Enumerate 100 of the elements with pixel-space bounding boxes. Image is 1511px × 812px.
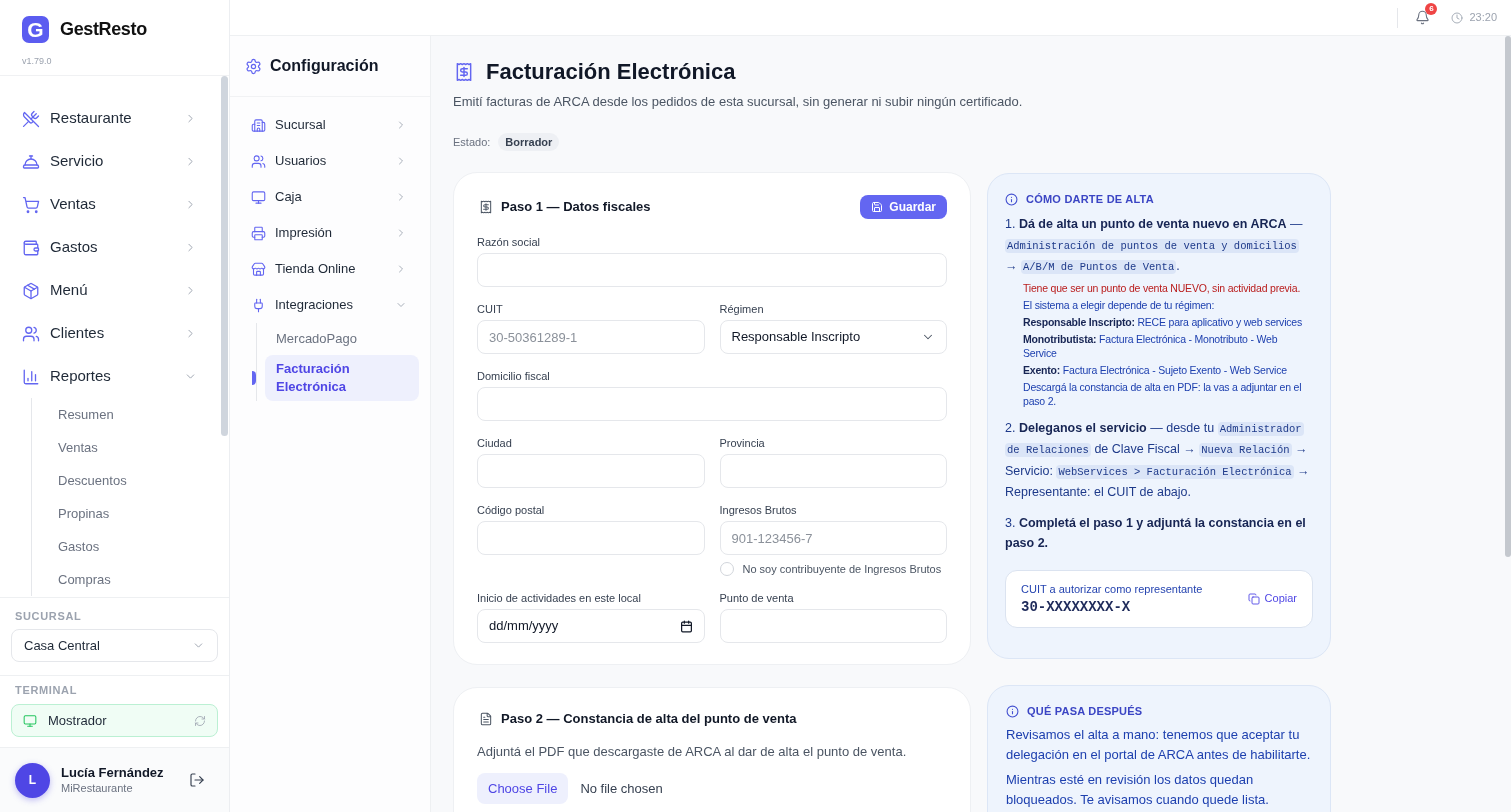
branch-select[interactable]: Casa Central: [11, 629, 218, 662]
step-text: 3. Completá el paso 1 y adjuntá la constancia en el paso 2.: [1005, 514, 1307, 552]
choose-file-button[interactable]: Choose File: [477, 773, 569, 804]
settings-nav-item[interactable]: Impresión: [241, 215, 419, 251]
field-label: Ciudad: [477, 436, 512, 450]
text-field[interactable]: [477, 521, 705, 555]
user-name: Lucía Fernández: [61, 764, 164, 781]
plug-icon: [251, 297, 266, 313]
scrollbar-thumb[interactable]: [1505, 36, 1511, 557]
nav-item[interactable]: Menú: [0, 269, 229, 312]
field-label: Razón social: [477, 235, 540, 249]
terminal-select[interactable]: Mostrador: [11, 704, 218, 737]
copy-button[interactable]: Copiar: [1247, 590, 1297, 607]
notification-badge: 6: [1425, 2, 1438, 15]
text-field[interactable]: 30-50361289-1: [477, 320, 705, 354]
user-organization: MiRestaurante: [61, 781, 134, 796]
copy-icon: [1247, 592, 1260, 605]
note-text: Exento: Factura Electrónica - Sujeto Exento - Web Service: [1023, 362, 1288, 377]
checkbox[interactable]: [719, 562, 734, 576]
version-text: v1.79.0: [22, 55, 52, 67]
text-field[interactable]: [477, 454, 705, 488]
settings-nav-item[interactable]: Caja: [241, 179, 419, 215]
nav-subitem[interactable]: Descuentos: [32, 464, 209, 497]
section-label: TERMINAL: [14, 683, 79, 697]
info-icon: [1005, 192, 1018, 206]
card-title: Paso 1 — Datos fiscales: [501, 198, 651, 217]
checkbox-label: No soy contribuyente de Ingresos Brutos: [742, 562, 942, 576]
section-label: SUCURSAL: [14, 609, 83, 623]
field-label: Punto de venta: [719, 591, 794, 605]
bar-chart-icon: [22, 367, 40, 386]
save-icon: [871, 201, 884, 213]
calendar-icon: [679, 619, 693, 633]
settings-nav-item[interactable]: Tienda Online: [241, 251, 419, 287]
nav-item[interactable]: Reportes: [0, 355, 229, 398]
text-field[interactable]: [719, 609, 947, 643]
receipt-icon: [454, 62, 474, 82]
info-text: Revisamos el alta a mano: tenemos que aceptar tu delegación en el portal de ARCA antes de habilitarte.: [1006, 726, 1312, 764]
clock-icon: [1451, 11, 1464, 24]
settings-nav-item[interactable]: Usuarios: [241, 143, 419, 179]
page-subtitle: Emití facturas de ARCA desde los pedidos de esta sucursal, sin generar ni subir ningún certificado.: [453, 93, 1023, 111]
nav-subitem[interactable]: Compras: [32, 563, 209, 596]
select-field[interactable]: Responsable Inscripto: [719, 320, 947, 354]
logout-button[interactable]: [188, 771, 206, 789]
nav-item[interactable]: Restaurante: [0, 97, 229, 140]
panel-title: QUÉ PASA DESPUÉS: [1027, 703, 1143, 719]
users-icon: [251, 153, 266, 169]
save-button[interactable]: Guardar: [860, 195, 947, 219]
text-field[interactable]: [477, 387, 947, 421]
note-text: Monotributista: Factura Electrónica - Monotributo - Web Service: [1023, 331, 1279, 360]
user-avatar: L: [15, 762, 50, 798]
nav-subitem[interactable]: Propinas: [32, 497, 209, 530]
notifications-button[interactable]: [1414, 9, 1431, 26]
date-field[interactable]: dd/mm/yyyy: [477, 609, 705, 643]
field-label: Régimen: [719, 302, 764, 316]
nav-item[interactable]: Servicio: [0, 140, 229, 183]
document-icon: [479, 712, 493, 726]
field-label: Código postal: [477, 503, 545, 517]
nav-item[interactable]: Ventas: [0, 183, 229, 226]
monitor-icon: [251, 189, 266, 205]
fork-knife-icon: [22, 109, 40, 128]
settings-subitem[interactable]: Facturación Electrónica: [265, 355, 419, 401]
settings-nav-item[interactable]: Sucursal: [241, 107, 419, 143]
cloche-icon: [22, 152, 40, 171]
field-label: Inicio de actividades en este local: [477, 591, 641, 605]
text-field[interactable]: [719, 454, 947, 488]
field-label: Domicilio fiscal: [477, 369, 550, 383]
nav-subitem[interactable]: Ventas: [32, 431, 209, 464]
users-icon: [22, 324, 40, 343]
settings-subitem[interactable]: MercadoPago: [265, 323, 419, 355]
note-text: El sistema a elegir depende de tu régimen:: [1023, 297, 1216, 312]
info-text: Mientras esté en revisión los datos quedan bloqueados. Te avisamos cuando quede lista.: [1006, 771, 1270, 809]
cuit-label: CUIT a autorizar como representante: [1021, 581, 1203, 596]
nav-item[interactable]: Gastos: [0, 226, 229, 269]
receipt-icon: [479, 200, 493, 214]
field-label: CUIT: [477, 302, 503, 316]
field-label: Ingresos Brutos: [719, 503, 797, 517]
app-logo: G: [22, 16, 49, 43]
cart-icon: [22, 195, 40, 214]
wallet-icon: [22, 238, 40, 257]
settings-nav-item[interactable]: Integraciones: [241, 287, 419, 323]
cuit-value: 30-XXXXXXXX-X: [1021, 597, 1132, 616]
panel-title: CÓMO DARTE DE ALTA: [1026, 191, 1154, 207]
text-field[interactable]: [477, 253, 947, 287]
scrollbar-thumb[interactable]: [221, 76, 228, 436]
building-icon: [251, 117, 266, 133]
note-text: Descargá la constancia de alta en PDF: la vas a adjuntar en el paso 2.: [1023, 379, 1303, 408]
card-text: Adjuntá el PDF que descargaste de ARCA al dar de alta el punto de venta.: [477, 743, 907, 761]
note-text: Responsable Inscripto: RECE para aplicativo y web services: [1023, 314, 1303, 329]
settings-icon: [245, 57, 262, 75]
step-text: 1. Dá de alta un punto de venta nuevo en ARCA — Administración de puntos de venta y domicilios → A/B/M de Puntos de Venta .: [1005, 216, 1304, 276]
field-label: Provincia: [719, 436, 765, 450]
text-field[interactable]: 901-123456-7: [719, 521, 947, 555]
monitor-icon: [23, 713, 37, 728]
info-icon: [1006, 704, 1019, 718]
clock-time: 23:20: [1469, 10, 1497, 26]
warning-note: Tiene que ser un punto de venta NUEVO, sin actividad previa.: [1023, 280, 1302, 295]
nav-subitem[interactable]: Gastos: [32, 530, 209, 563]
nav-subitem[interactable]: Resumen: [32, 398, 209, 431]
nav-item[interactable]: Clientes: [0, 312, 229, 355]
logout-icon: [189, 772, 205, 788]
